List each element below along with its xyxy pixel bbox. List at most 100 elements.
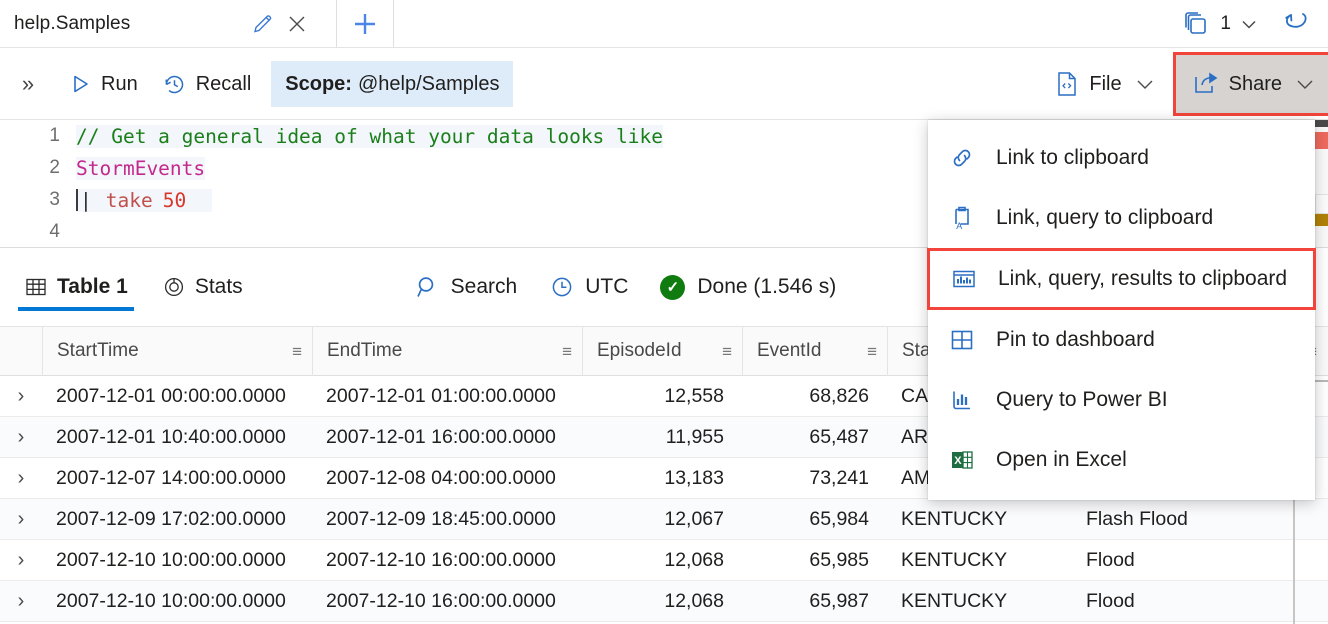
code-table-name: StormEvents [76, 156, 206, 180]
cell-endtime: 2007-12-01 16:00:00.0000 [326, 425, 556, 448]
cell-endtime: 2007-12-10 16:00:00.0000 [326, 548, 556, 571]
file-menu-button[interactable]: File [1040, 52, 1168, 116]
menu-item-link-to-clipboard[interactable]: Link to clipboard [928, 128, 1315, 188]
check-circle-icon: ✓ [660, 274, 686, 300]
link-icon [948, 144, 976, 172]
minimap-marker [1315, 194, 1328, 214]
table-row[interactable]: › 2007-12-10 10:00:00.0000 2007-12-10 16… [0, 581, 1328, 622]
scope-value: @help/Samples [357, 72, 500, 95]
cell-episodeid: 12,068 [664, 548, 724, 571]
clipboard-a-icon: A [948, 204, 976, 232]
line-number: 3 [49, 189, 60, 210]
column-menu-icon[interactable]: ≡ [562, 343, 572, 360]
pencil-icon[interactable] [246, 7, 280, 41]
cell-state: KENTUCKY [901, 507, 1008, 530]
column-label: EndTime [327, 340, 403, 361]
table-row[interactable]: › 2007-12-10 10:00:00.0000 2007-12-10 16… [0, 540, 1328, 581]
tab-bar: help.Samples 1 [0, 0, 1328, 48]
menu-item-query-to-power-bi[interactable]: Query to Power BI [928, 370, 1315, 430]
scope-selector[interactable]: Scope: @help/Samples [271, 61, 514, 107]
column-header-starttime[interactable]: StartTime ≡ [42, 326, 312, 376]
take-limit: 50 [162, 188, 187, 212]
column-menu-icon[interactable]: ≡ [292, 343, 302, 360]
menu-item-label: Link to clipboard [996, 146, 1149, 169]
text-caret [76, 188, 78, 211]
cell-eventid: 65,985 [809, 548, 869, 571]
clock-icon [549, 274, 575, 300]
cell-episodeid: 13,183 [664, 466, 724, 489]
column-menu-icon[interactable]: ≡ [722, 343, 732, 360]
column-label: StartTime [57, 340, 139, 361]
share-arrow-icon [1192, 71, 1220, 97]
column-header-eventid[interactable]: EventId ≡ [742, 326, 887, 376]
plus-icon [350, 9, 380, 39]
copy-stack-icon[interactable] [1181, 9, 1211, 39]
column-label: EventId [757, 340, 822, 361]
share-dropdown-menu[interactable]: Link to clipboard A Link, query to clipb… [927, 120, 1316, 500]
overflow-chevrons-icon[interactable]: » [0, 71, 56, 97]
menu-item-pin-to-dashboard[interactable]: Pin to dashboard [928, 310, 1315, 370]
cell-eventtype: Flash Flood [1086, 507, 1188, 530]
row-expand-icon[interactable]: › [0, 549, 42, 572]
column-header-episodeid[interactable]: EpisodeId ≡ [582, 326, 742, 376]
chevron-down-icon[interactable] [1238, 13, 1260, 35]
file-label: File [1089, 72, 1122, 95]
cell-starttime: 2007-12-01 10:40:00.0000 [56, 425, 286, 448]
tab-table-1[interactable]: Table 1 [14, 257, 138, 317]
column-menu-icon[interactable]: ≡ [867, 343, 877, 360]
recall-button[interactable]: Recall [150, 61, 264, 107]
menu-item-link-query-to-clipboard[interactable]: A Link, query to clipboard [928, 188, 1315, 248]
column-header-endtime[interactable]: EndTime ≡ [312, 326, 582, 376]
timezone-button[interactable]: UTC [537, 263, 640, 311]
cell-state: KENTUCKY [901, 548, 1008, 571]
tab-label: Table 1 [57, 275, 128, 298]
cell-starttime: 2007-12-01 00:00:00.0000 [56, 384, 286, 407]
line-number: 1 [49, 125, 60, 146]
editor-minimap-scrollbar[interactable] [1314, 120, 1328, 248]
chart-clipboard-icon [950, 265, 978, 293]
row-expand-icon[interactable]: › [0, 385, 42, 408]
code-pipe-expression: | take 50 [76, 188, 212, 212]
chevron-down-icon [1135, 77, 1155, 91]
search-button[interactable]: Search [403, 263, 530, 311]
undo-arrow-icon[interactable] [1282, 9, 1312, 39]
results-actions: Search UTC ✓ Done (1.546 s) [403, 263, 849, 311]
row-expand-icon[interactable]: › [0, 467, 42, 490]
power-bi-icon [948, 386, 976, 414]
command-toolbar: » Run Recall Scope: @help/Samples File S… [0, 48, 1328, 120]
row-expand-icon[interactable]: › [0, 426, 42, 449]
code-file-icon [1054, 70, 1080, 98]
svg-text:A: A [956, 221, 962, 231]
minimap-marker [1315, 132, 1328, 149]
cell-starttime: 2007-12-10 10:00:00.0000 [56, 589, 286, 612]
tab-stats[interactable]: Stats [152, 257, 253, 317]
run-button[interactable]: Run [56, 61, 150, 107]
cell-eventtype: Flood [1086, 589, 1135, 612]
table-row[interactable]: › 2007-12-09 17:02:00.0000 2007-12-09 18… [0, 499, 1328, 540]
share-menu-button[interactable]: Share [1172, 52, 1328, 116]
menu-item-label: Pin to dashboard [996, 328, 1155, 351]
row-expand-icon[interactable]: › [0, 508, 42, 531]
grid-header-expander-cell [0, 326, 42, 376]
timezone-label: UTC [585, 275, 629, 298]
close-icon[interactable] [280, 7, 314, 41]
row-expand-icon[interactable]: › [0, 590, 42, 613]
cell-eventid: 73,241 [809, 466, 869, 489]
cell-episodeid: 12,067 [664, 507, 724, 530]
menu-item-link-query-results-to-clipboard[interactable]: Link, query, results to clipboard [927, 248, 1316, 310]
cell-endtime: 2007-12-10 16:00:00.0000 [326, 589, 556, 612]
toolbar-right-group: File Share [1040, 48, 1328, 120]
chevron-down-icon [1295, 77, 1315, 91]
tab-help-samples[interactable]: help.Samples [0, 0, 314, 48]
new-tab-button[interactable] [336, 0, 395, 48]
cell-eventtype: Flood [1086, 548, 1135, 571]
table-grid-icon [24, 275, 48, 299]
tab-bar-actions: 1 [1181, 9, 1328, 39]
recall-history-icon [162, 72, 187, 97]
tab-title: help.Samples [14, 13, 131, 34]
column-label: EpisodeId [597, 340, 682, 361]
menu-item-open-in-excel[interactable]: X Open in Excel [928, 430, 1315, 490]
code-comment: // Get a general idea of what your data … [76, 124, 663, 148]
status-label: Done (1.546 s) [697, 275, 837, 298]
cell-state: KENTUCKY [901, 589, 1008, 612]
